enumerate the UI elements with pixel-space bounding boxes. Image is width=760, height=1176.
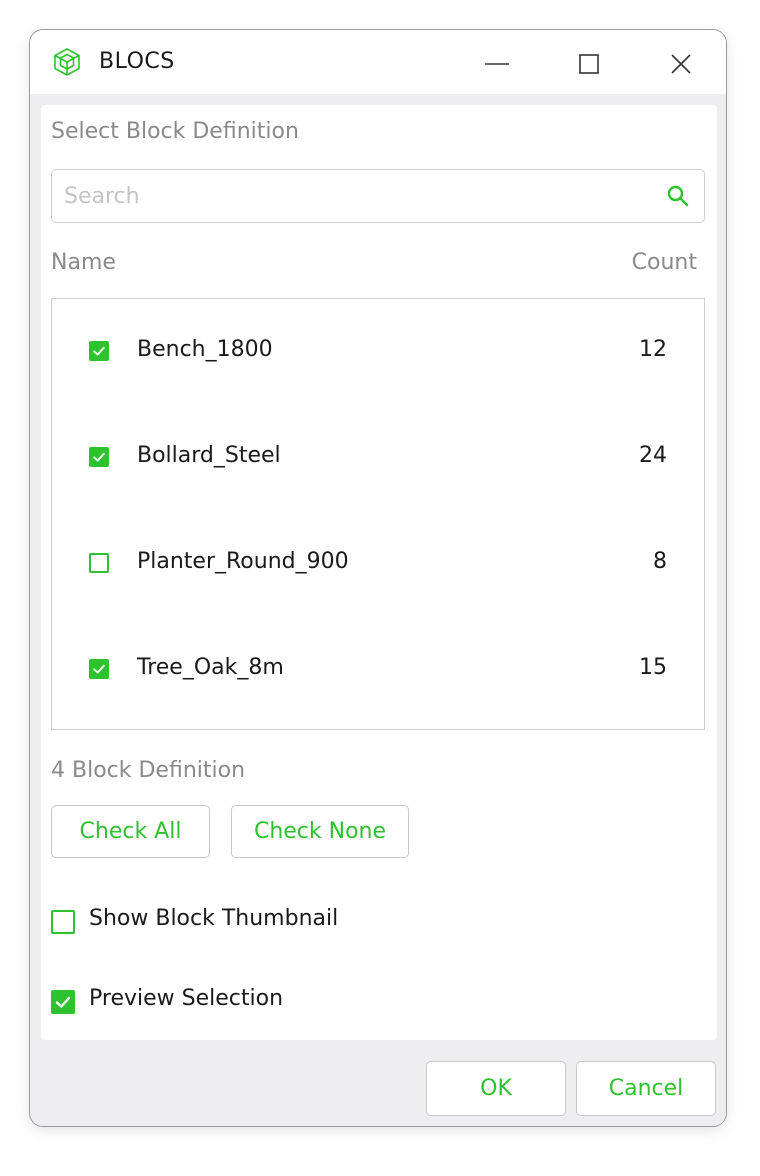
item-count: 12 [639,337,667,362]
cube-icon [52,47,82,77]
item-name: Bench_1800 [137,337,273,362]
check-icon [93,664,105,674]
column-header-name: Name [51,250,116,275]
section-label: Select Block Definition [51,119,299,144]
check-icon [93,452,105,462]
close-button[interactable] [661,44,701,84]
main-panel: Select Block Definition Name Count Bench… [41,105,717,1040]
item-checkbox[interactable] [89,553,109,573]
check-icon [93,346,105,356]
minimize-button[interactable] [477,44,517,84]
cancel-button[interactable]: Cancel [576,1061,716,1116]
list-item[interactable]: Bollard_Steel 24 [52,405,704,511]
block-list: Bench_1800 12 Bollard_Steel 24 Planter_R… [51,298,705,730]
item-name: Planter_Round_900 [137,549,349,574]
definition-count-text: 4 Block Definition [51,758,245,783]
definition-count-label: Block Definition [72,758,246,783]
blocs-dialog: BLOCS Select Block Definition Search Nam… [29,29,727,1127]
show-thumbnail-checkbox[interactable] [51,910,75,934]
column-header-count: Count [631,250,697,275]
list-item[interactable]: Planter_Round_900 8 [52,511,704,617]
item-checkbox[interactable] [89,659,109,679]
search-box[interactable] [51,169,705,223]
dialog-footer: OK Cancel [30,1050,726,1126]
check-none-button[interactable]: Check None [231,805,409,858]
window-title: BLOCS [99,49,175,74]
item-name: Tree_Oak_8m [137,655,284,680]
list-item[interactable]: Bench_1800 12 [52,299,704,405]
maximize-icon [579,54,599,74]
minimize-icon [485,63,509,65]
list-item[interactable]: Tree_Oak_8m 15 [52,617,704,723]
title-bar: BLOCS [30,30,726,94]
check-icon [55,996,71,1008]
search-input[interactable] [64,170,644,222]
search-icon[interactable] [666,184,690,208]
item-name: Bollard_Steel [137,443,281,468]
definition-count: 4 [51,758,65,783]
item-count: 24 [639,443,667,468]
maximize-button[interactable] [569,44,609,84]
check-all-button[interactable]: Check All [51,805,210,858]
item-count: 15 [639,655,667,680]
close-icon [671,54,691,74]
item-checkbox[interactable] [89,447,109,467]
preview-selection-label: Preview Selection [89,986,284,1011]
preview-selection-checkbox[interactable] [51,990,75,1014]
item-count: 8 [653,549,667,574]
show-thumbnail-label: Show Block Thumbnail [89,906,339,931]
item-checkbox[interactable] [89,341,109,361]
ok-button[interactable]: OK [426,1061,566,1116]
